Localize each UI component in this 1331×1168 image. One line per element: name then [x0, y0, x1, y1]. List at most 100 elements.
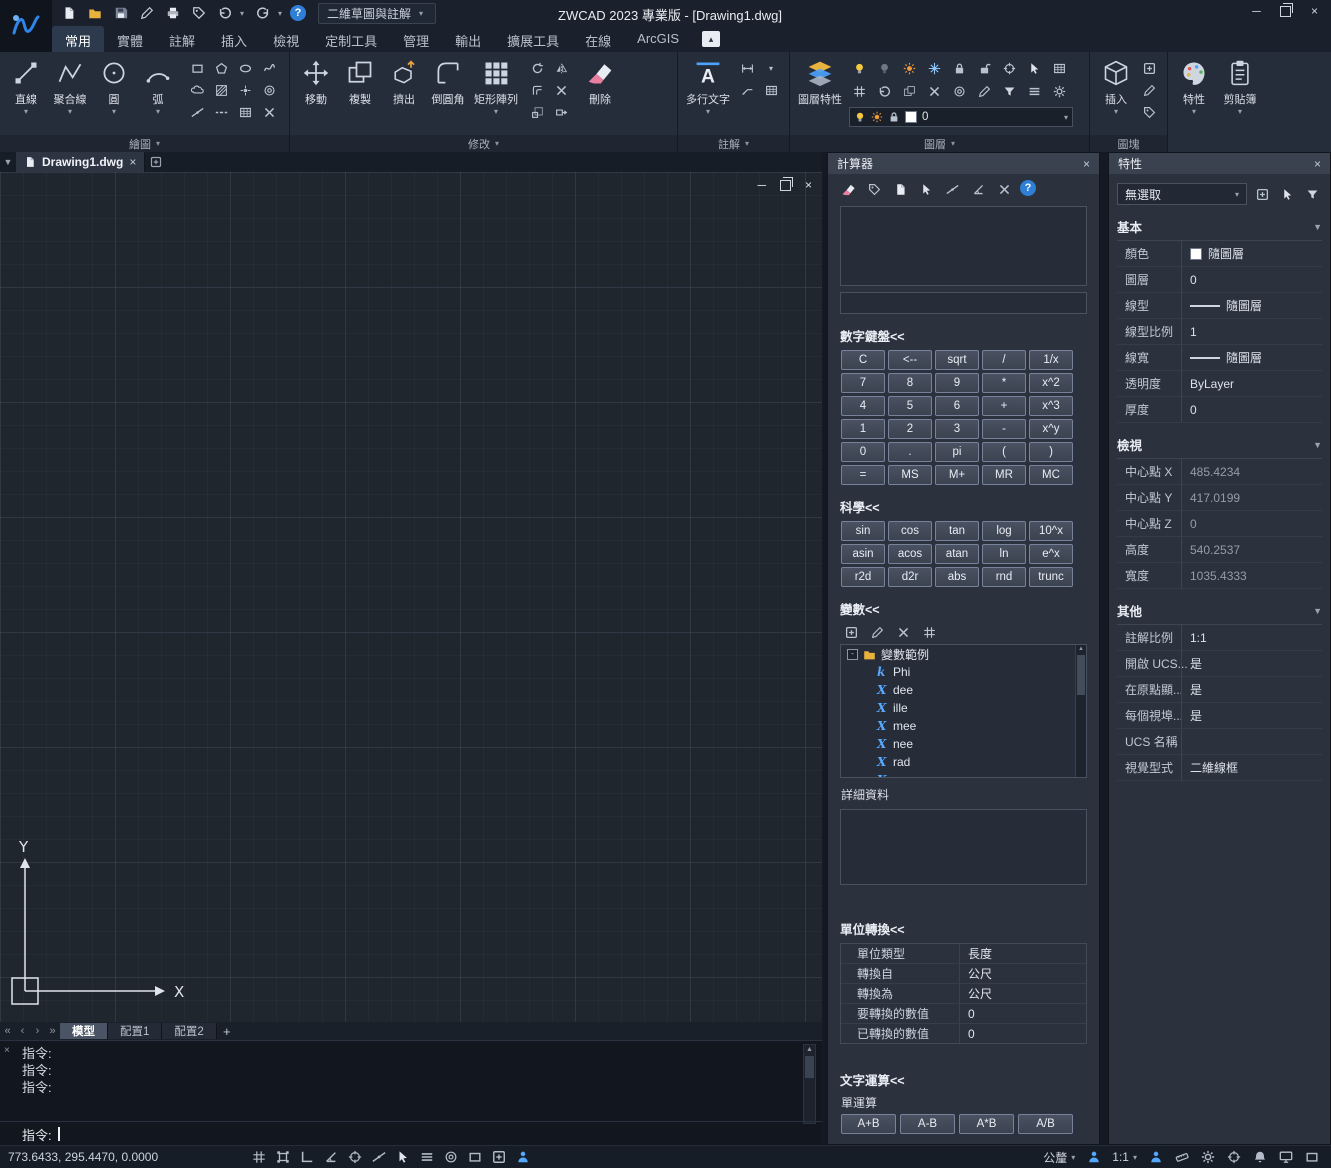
ribbon-tab-online[interactable]: 在線 [572, 26, 624, 52]
rectangle-icon[interactable] [187, 59, 207, 77]
calc-key-sqrt[interactable]: sqrt [935, 350, 979, 370]
unit-row[interactable]: 轉換自公尺 [841, 964, 1086, 984]
ribbon-tab-annotate[interactable]: 註解 [156, 26, 208, 52]
property-row-thickness[interactable]: 厚度 0 [1117, 397, 1322, 423]
polar-tracking-icon[interactable] [319, 1148, 342, 1167]
command-scrollbar[interactable]: ▲ [803, 1044, 816, 1124]
dropdown-arrow-icon[interactable]: ▾ [494, 108, 498, 116]
open-file-icon[interactable] [84, 3, 106, 23]
unit-row-value[interactable]: 公尺 [959, 984, 1086, 1003]
ribbon-tab-insert[interactable]: 插入 [208, 26, 260, 52]
ribbon-tab-manage[interactable]: 管理 [390, 26, 442, 52]
dropdown-arrow-icon[interactable]: ▾ [1238, 108, 1242, 116]
op-multiply-button[interactable]: A*B [959, 1114, 1014, 1134]
layer-off-other-icon[interactable] [999, 82, 1019, 100]
mirror-icon[interactable] [551, 59, 571, 77]
layer-previous-icon[interactable] [874, 82, 894, 100]
calculator-input-field[interactable] [840, 292, 1087, 314]
dynamic-input-icon[interactable] [391, 1148, 414, 1167]
layer-combo[interactable]: 0 ▾ [849, 107, 1073, 127]
spline-icon[interactable] [259, 59, 279, 77]
scale-icon[interactable] [527, 103, 547, 121]
section-collapse-icon[interactable]: ▼ [1313, 222, 1322, 232]
document-restore-button[interactable] [780, 180, 791, 191]
ribbon-tab-arcgis[interactable]: ArcGIS [624, 26, 692, 52]
property-row-ucs-at-origin[interactable]: 在原點顯... 是 [1117, 677, 1322, 703]
tool-insert-block[interactable]: 插入 ▾ [1095, 55, 1137, 135]
auto-add-scales-icon[interactable] [1144, 1148, 1167, 1167]
variable-item[interactable]: Xdee [841, 681, 1086, 699]
workspace-switch-icon[interactable] [1196, 1148, 1219, 1167]
property-value[interactable]: 是 [1181, 677, 1322, 702]
new-drawing-tab-button[interactable] [145, 153, 167, 171]
variables-scrollbar[interactable]: ▲ [1075, 645, 1086, 777]
tool-erase[interactable]: 刪除 [579, 55, 621, 135]
calc-key-clear[interactable]: C [841, 350, 885, 370]
calc-key-abs[interactable]: abs [935, 567, 979, 587]
command-close-icon[interactable]: × [4, 1045, 10, 1056]
section-misc-header[interactable]: 其他 ▼ [1117, 601, 1322, 625]
calc-key-4[interactable]: 4 [841, 396, 885, 416]
calc-key-r2d[interactable]: r2d [841, 567, 885, 587]
quick-select-icon[interactable] [1302, 185, 1322, 203]
layer-states-icon[interactable] [1049, 59, 1069, 77]
add-layout-button[interactable]: + [217, 1024, 237, 1039]
layout-tab-model[interactable]: 模型 [60, 1023, 108, 1039]
linear-dimension-icon[interactable] [737, 59, 757, 77]
region-icon[interactable] [235, 103, 255, 121]
calc-key-open-paren[interactable]: ( [982, 442, 1026, 462]
variables-section-header[interactable]: 變數<< [840, 599, 1099, 618]
tool-line[interactable]: 直線 ▾ [5, 55, 47, 135]
layer-walk-icon[interactable] [849, 82, 869, 100]
panel-expand-icon[interactable]: ▾ [745, 139, 749, 148]
last-layout-button[interactable]: » [45, 1025, 60, 1037]
scroll-up-icon[interactable]: ▲ [1076, 645, 1086, 654]
dropdown-arrow-icon[interactable]: ▾ [24, 108, 28, 116]
property-row-linetype-scale[interactable]: 線型比例 1 [1117, 319, 1322, 345]
isolate-objects-icon[interactable] [1222, 1148, 1245, 1167]
dynamic-ucs-icon[interactable] [487, 1148, 510, 1167]
layout-tab-layout2[interactable]: 配置2 [162, 1023, 216, 1039]
calc-key-square[interactable]: x^2 [1029, 373, 1073, 393]
tool-clipboard[interactable]: 剪貼簿 ▾ [1219, 55, 1261, 135]
property-row-lineweight[interactable]: 線寬 隨圖層 [1117, 345, 1322, 371]
tool-move[interactable]: 移動 [295, 55, 337, 135]
property-value[interactable] [1181, 729, 1322, 754]
property-row-transparency[interactable]: 透明度 ByLayer [1117, 371, 1322, 397]
hardware-acceleration-icon[interactable] [1274, 1148, 1297, 1167]
redo-dropdown-icon[interactable]: ▾ [278, 9, 286, 18]
property-row-visual-style[interactable]: 視覺型式 二維線框 [1117, 755, 1322, 781]
undo-icon[interactable] [214, 3, 236, 23]
calc-key-divide[interactable]: / [982, 350, 1026, 370]
scroll-up-icon[interactable]: ▲ [804, 1045, 815, 1055]
property-row-linetype[interactable]: 線型 隨圖層 [1117, 293, 1322, 319]
leader-icon[interactable] [737, 81, 757, 99]
window-restore-button[interactable] [1271, 0, 1300, 22]
divide-icon[interactable] [211, 103, 231, 121]
first-layout-button[interactable]: « [0, 1025, 15, 1037]
calc-key-rnd[interactable]: rnd [982, 567, 1026, 587]
variables-scrollbar-thumb[interactable] [1077, 655, 1085, 695]
selection-combo[interactable]: 無選取 ▾ [1117, 183, 1247, 205]
block-attributes-icon[interactable] [1139, 103, 1159, 121]
variables-tree[interactable]: - 變數範例 kPhi Xdee Xille Xmee Xnee Xrad Xv… [840, 644, 1087, 778]
window-minimize-button[interactable]: ─ [1242, 0, 1271, 22]
ortho-mode-icon[interactable] [295, 1148, 318, 1167]
variable-item[interactable]: Xnee [841, 735, 1086, 753]
save-as-icon[interactable] [136, 3, 158, 23]
transparency-display-icon[interactable] [439, 1148, 462, 1167]
window-close-button[interactable]: × [1300, 0, 1329, 22]
dropdown-arrow-icon[interactable]: ▾ [706, 108, 710, 116]
dropdown-arrow-icon[interactable]: ▾ [68, 108, 72, 116]
annotation-monitor-icon[interactable] [511, 1148, 534, 1167]
grid-display-icon[interactable] [247, 1148, 270, 1167]
stretch-icon[interactable] [551, 103, 571, 121]
application-menu-button[interactable] [0, 0, 52, 52]
drawing-tab-close-icon[interactable]: × [129, 155, 136, 169]
calc-key-1[interactable]: 1 [841, 419, 885, 439]
panel-expand-icon[interactable]: ▾ [156, 139, 160, 148]
tool-arc[interactable]: 弧 ▾ [137, 55, 179, 135]
angle-of-line-icon[interactable] [968, 180, 988, 198]
layer-lock-icon[interactable] [949, 59, 969, 77]
section-collapse-icon[interactable]: ▼ [1313, 606, 1322, 616]
